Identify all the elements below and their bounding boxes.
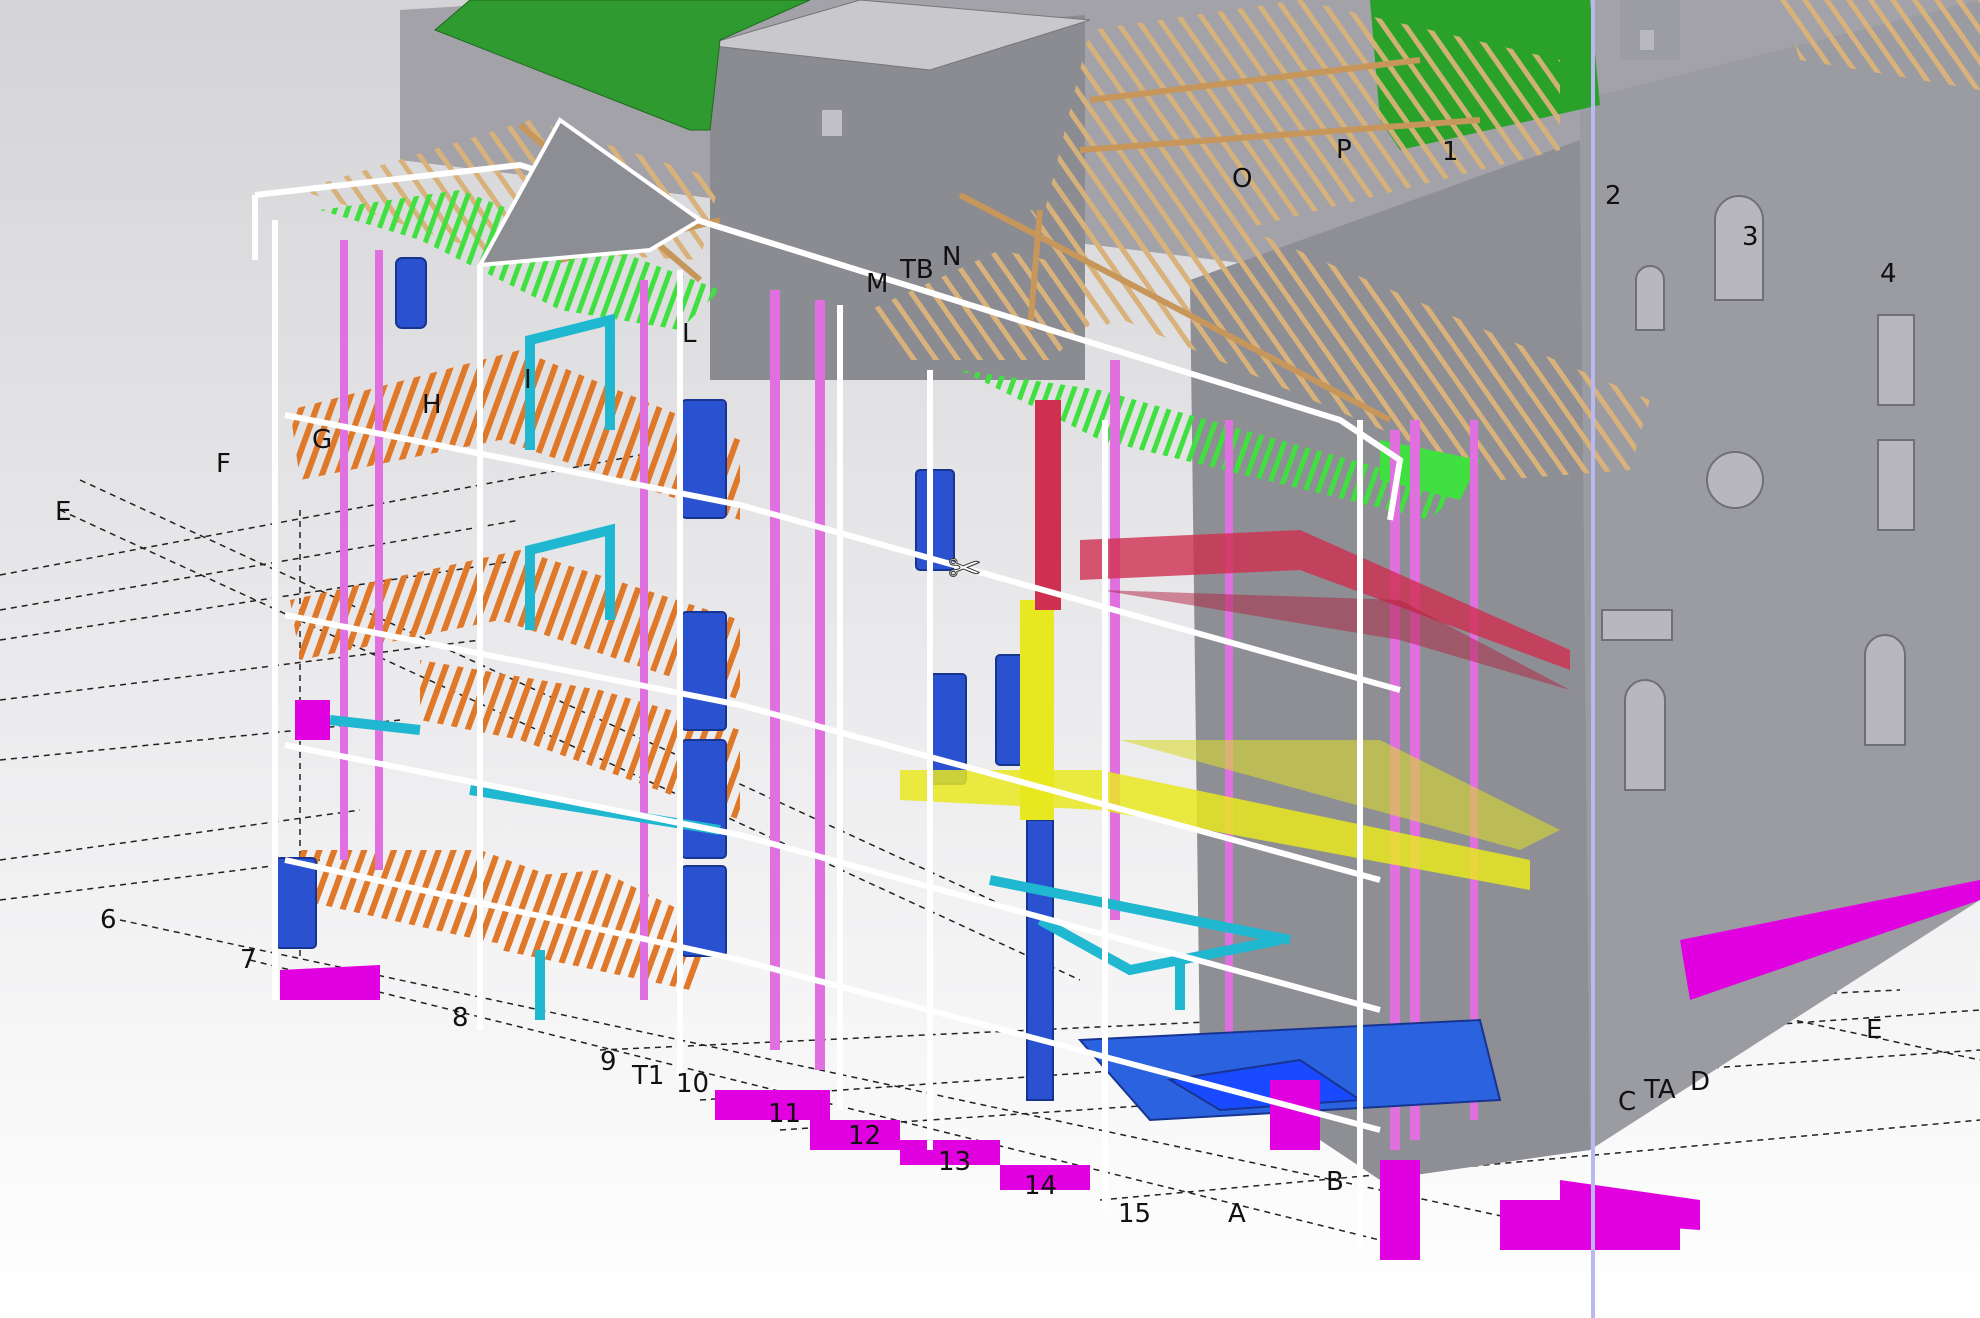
grid-label-P: P bbox=[1336, 135, 1352, 165]
bim-3d-model[interactable]: ✂ E F G H I L M TB N O P 1 2 3 4 6 7 8 9… bbox=[0, 0, 1980, 1318]
grid-label-12: 12 bbox=[848, 1121, 881, 1151]
grid-label-F: F bbox=[216, 449, 231, 479]
grid-label-G: G bbox=[312, 425, 332, 455]
grid-label-4: 4 bbox=[1880, 259, 1897, 289]
grid-label-7: 7 bbox=[240, 945, 257, 975]
grid-label-I: I bbox=[524, 365, 532, 395]
grid-label-6: 6 bbox=[100, 905, 117, 935]
grid-label-TB: TB bbox=[899, 255, 934, 285]
grid-label-13: 13 bbox=[938, 1147, 971, 1177]
grid-label-10: 10 bbox=[676, 1069, 709, 1099]
grid-label-11: 11 bbox=[768, 1099, 801, 1129]
grid-label-3: 3 bbox=[1742, 222, 1759, 252]
grid-label-O: O bbox=[1232, 164, 1252, 194]
grid-label-D: D bbox=[1690, 1067, 1710, 1097]
grid-label-C: C bbox=[1618, 1087, 1636, 1117]
grid-label-E-right: E bbox=[1866, 1015, 1882, 1045]
grid-label-15: 15 bbox=[1118, 1199, 1151, 1229]
grid-label-TA: TA bbox=[1643, 1075, 1676, 1105]
grid-label-9: 9 bbox=[600, 1047, 617, 1077]
section-plane[interactable] bbox=[1591, 0, 1595, 1318]
grid-label-1: 1 bbox=[1442, 137, 1459, 167]
grid-label-N: N bbox=[942, 242, 961, 272]
scissors-icon[interactable]: ✂ bbox=[948, 546, 983, 593]
grid-label-B: B bbox=[1326, 1167, 1344, 1197]
bim-model-viewport[interactable]: ✂ E F G H I L M TB N O P 1 2 3 4 6 7 8 9… bbox=[0, 0, 1980, 1318]
grid-label-T1: T1 bbox=[631, 1061, 664, 1091]
grid-label-2: 2 bbox=[1605, 181, 1622, 211]
grid-label-14: 14 bbox=[1024, 1171, 1057, 1201]
grid-label-H: H bbox=[422, 390, 442, 420]
grid-label-M: M bbox=[866, 269, 888, 299]
grid-label-L: L bbox=[682, 319, 697, 349]
grid-label-E-left: E bbox=[55, 497, 71, 527]
grid-label-A: A bbox=[1228, 1199, 1246, 1229]
grid-label-8: 8 bbox=[452, 1003, 469, 1033]
